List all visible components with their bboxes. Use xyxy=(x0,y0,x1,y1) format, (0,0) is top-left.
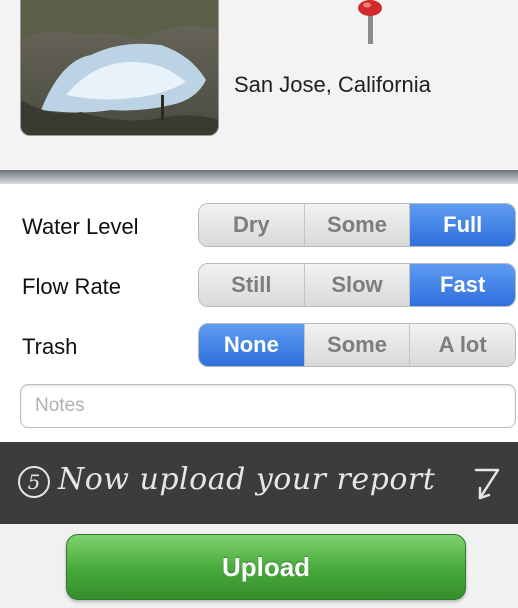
flow-rate-option-still[interactable]: Still xyxy=(199,264,305,306)
water-level-option-some[interactable]: Some xyxy=(304,204,411,246)
instruction-banner: 5 Now upload your report xyxy=(0,442,518,524)
section-divider xyxy=(0,170,518,184)
arrow-down-icon xyxy=(474,468,500,500)
notes-field[interactable] xyxy=(20,384,516,428)
water-level-option-full[interactable]: Full xyxy=(410,204,515,246)
trash-option-none[interactable]: None xyxy=(199,324,305,366)
flow-rate-label: Flow Rate xyxy=(22,274,122,299)
location-panel: San Jose, California xyxy=(0,0,518,170)
flow-rate-option-slow[interactable]: Slow xyxy=(304,264,411,306)
landscape-photo-icon xyxy=(21,0,218,135)
map-pin-icon xyxy=(358,0,382,44)
report-form: Water Level Dry Some Full Flow Rate Stil… xyxy=(0,184,518,442)
upload-area: Upload xyxy=(0,524,518,608)
trash-label: Trash xyxy=(22,334,78,359)
location-photo[interactable] xyxy=(20,0,219,136)
flow-rate-option-fast[interactable]: Fast xyxy=(410,264,515,306)
location-label: San Jose, California xyxy=(234,72,431,97)
water-level-option-dry[interactable]: Dry xyxy=(199,204,305,246)
upload-button[interactable]: Upload xyxy=(66,534,466,600)
water-level-segmented-control: Dry Some Full xyxy=(198,203,516,247)
trash-option-some[interactable]: Some xyxy=(304,324,411,366)
trash-segmented-control: None Some A lot xyxy=(198,323,516,367)
step-number-badge: 5 xyxy=(18,466,50,498)
flow-rate-segmented-control: Still Slow Fast xyxy=(198,263,516,307)
instruction-text: Now upload your report xyxy=(58,462,436,497)
trash-option-a-lot[interactable]: A lot xyxy=(410,324,515,366)
water-level-label: Water Level xyxy=(22,214,139,239)
